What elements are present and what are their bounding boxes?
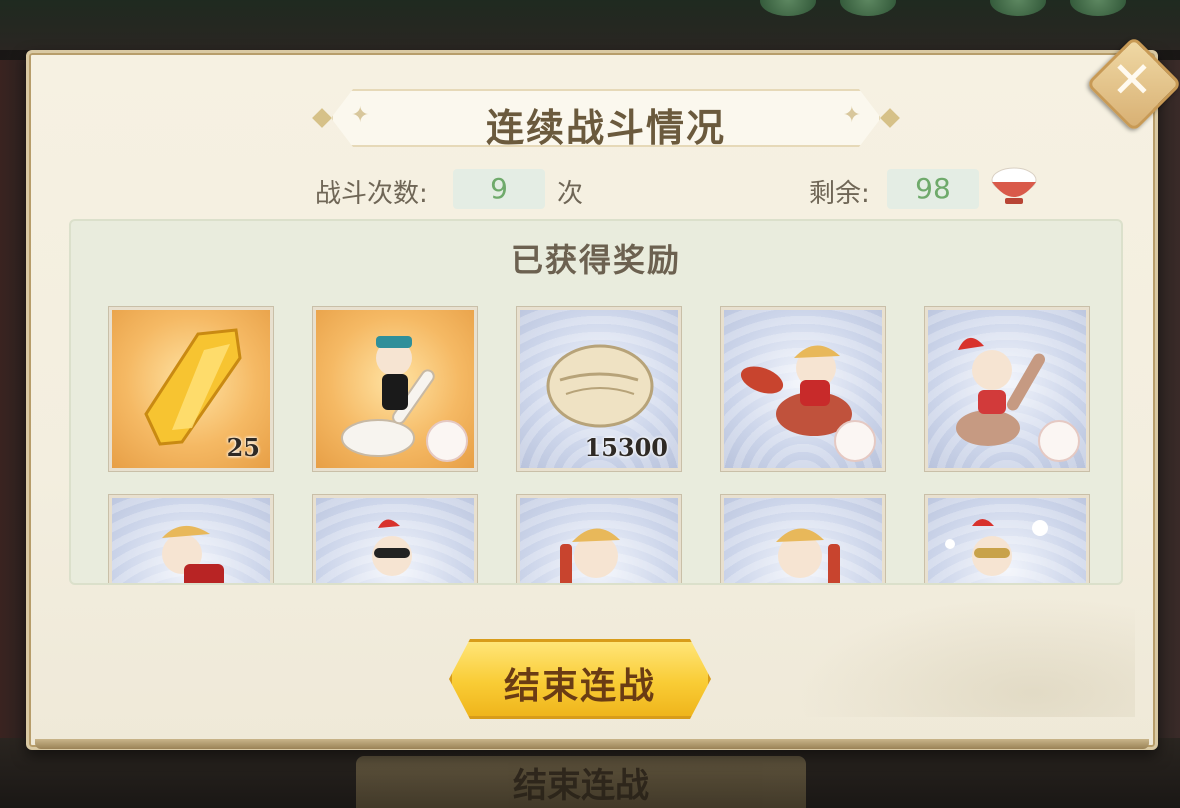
leaf-decoration bbox=[795, 597, 1135, 717]
reward-quantity: 15300 bbox=[584, 433, 669, 462]
battle-count-value: 9 bbox=[453, 169, 545, 209]
reward-item[interactable] bbox=[313, 495, 477, 583]
reward-item[interactable] bbox=[925, 495, 1089, 583]
spirit-icon bbox=[776, 528, 840, 583]
end-battle-button[interactable]: 结束连战 bbox=[449, 639, 711, 719]
spoon-badge-icon bbox=[426, 420, 468, 462]
spirit-icon bbox=[560, 528, 620, 583]
battle-count-label: 战斗次数: bbox=[315, 179, 428, 209]
battle-count-unit: 次 bbox=[557, 179, 584, 209]
spoon-badge-icon bbox=[1038, 420, 1080, 462]
spirit-icon bbox=[372, 519, 412, 576]
background-end-battle-button: 结束连战 bbox=[356, 756, 806, 808]
spoon-badge-icon bbox=[834, 420, 876, 462]
rice-bowl-icon bbox=[991, 167, 1037, 204]
background-end-battle-label: 结束连战 bbox=[513, 766, 649, 806]
background-top-bar bbox=[0, 0, 1180, 50]
background-menu-icon bbox=[1070, 0, 1126, 16]
end-battle-label: 结束连战 bbox=[503, 666, 656, 707]
reward-item[interactable] bbox=[313, 307, 477, 471]
background-menu-icon bbox=[760, 0, 816, 16]
close-icon: ✕ bbox=[1111, 51, 1153, 109]
title-banner: ✦ ✦ 连续战斗情况 bbox=[311, 89, 901, 150]
remaining-label: 剩余: bbox=[809, 179, 870, 209]
reward-item[interactable]: 15300 bbox=[517, 307, 681, 471]
remaining-value: 98 bbox=[887, 169, 979, 209]
background-menu-icon bbox=[840, 0, 896, 16]
rewards-title: 已获得奖励 bbox=[510, 241, 681, 279]
reward-item[interactable] bbox=[721, 495, 885, 583]
rewards-panel[interactable]: 已获得奖励 25 15300 bbox=[69, 219, 1123, 585]
dialog-title: 连续战斗情况 bbox=[485, 106, 726, 150]
spirit-icon bbox=[162, 525, 224, 583]
background-menu-icon bbox=[990, 0, 1046, 16]
reward-item[interactable] bbox=[925, 307, 1089, 471]
reward-item[interactable] bbox=[721, 307, 885, 471]
reward-item[interactable] bbox=[109, 495, 273, 583]
reward-item[interactable]: 25 bbox=[109, 307, 273, 471]
close-button[interactable]: ✕ bbox=[1085, 35, 1180, 133]
reward-item[interactable] bbox=[517, 495, 681, 583]
reward-quantity: 25 bbox=[226, 433, 260, 462]
spirit-icon bbox=[945, 519, 1048, 576]
continuous-battle-dialog: ✦ ✦ 连续战斗情况 战斗次数: 9 次 剩余: 98 已获得奖励 25 153… bbox=[26, 50, 1158, 750]
